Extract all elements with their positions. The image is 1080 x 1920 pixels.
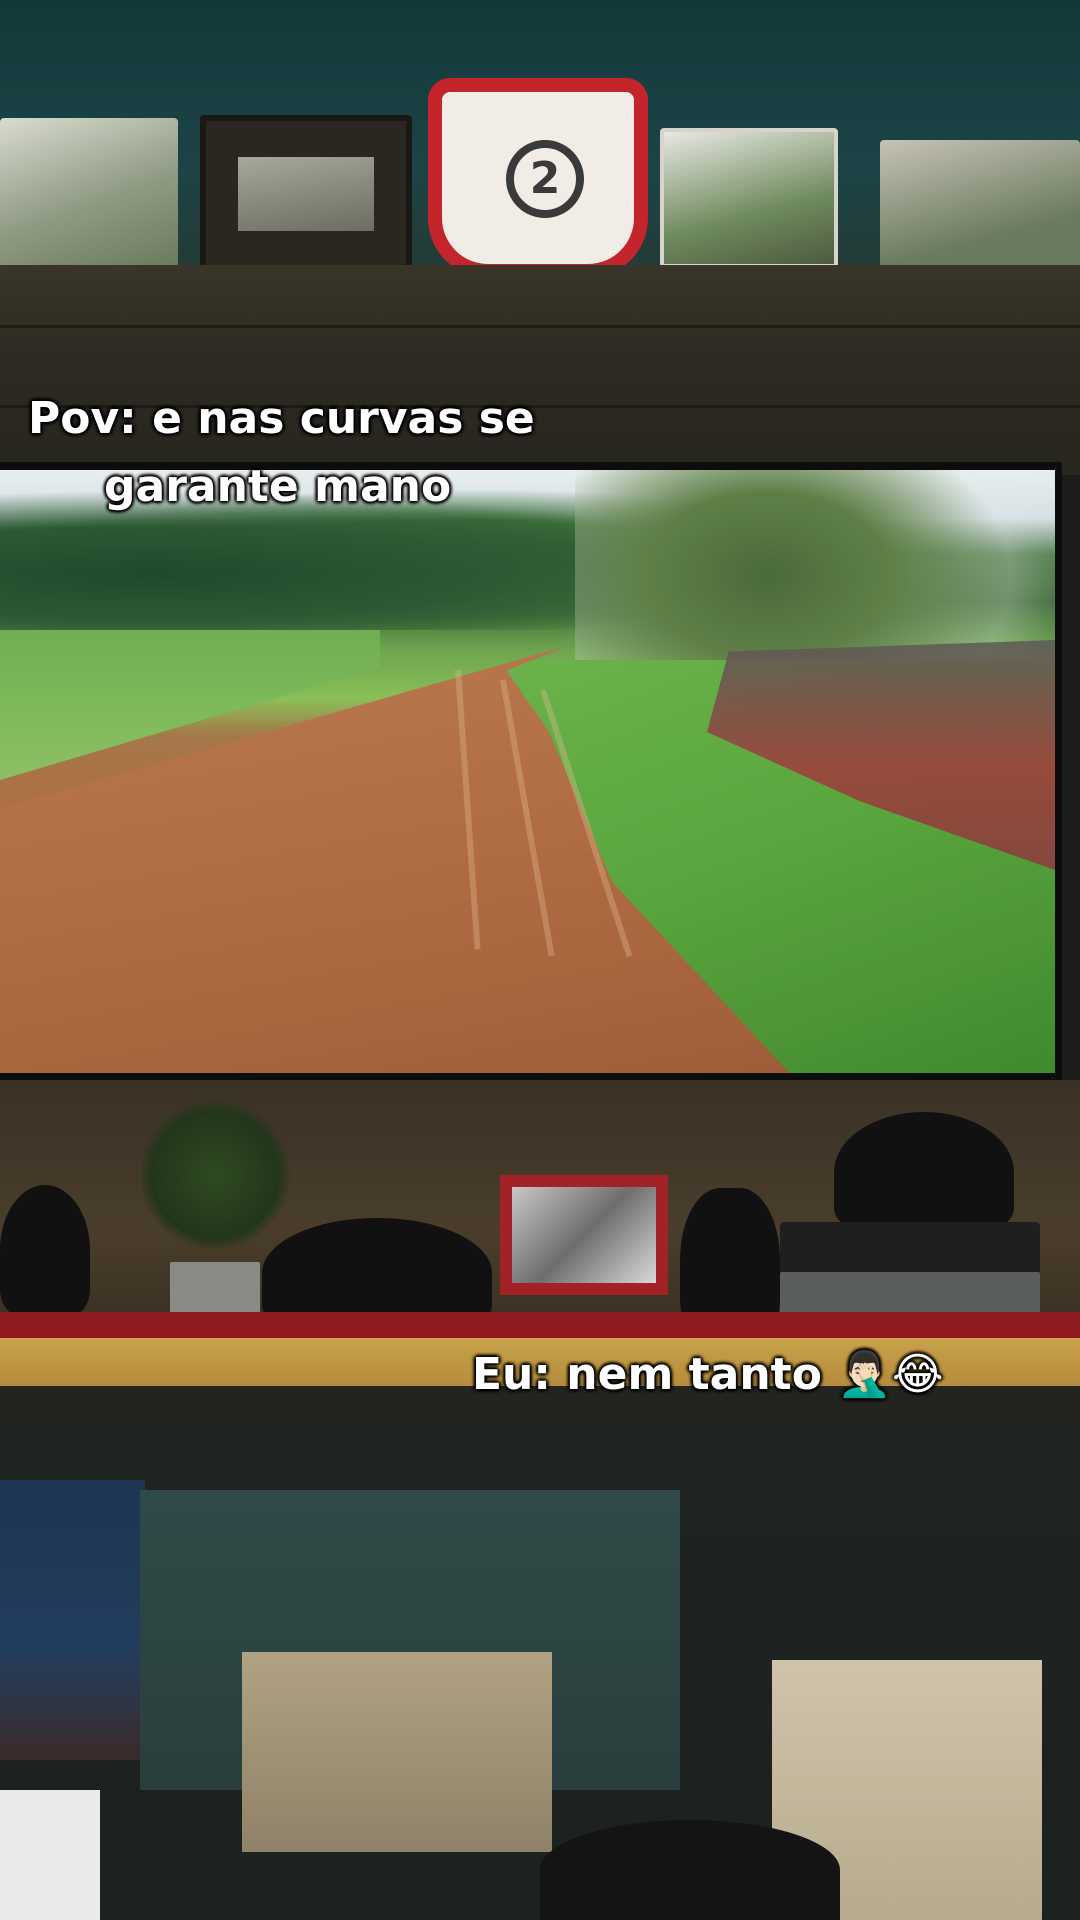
facepalm-laugh-emoji-icon: 🤦🏻‍♂️😂 [837, 1349, 944, 1400]
framed-photo-left [0, 118, 178, 268]
white-box [0, 1790, 100, 1920]
plaque-number: 2 [506, 140, 584, 218]
caption-bottom-text: Eu: nem tanto [472, 1349, 822, 1400]
tv-screen-motocross-track [0, 470, 1055, 1073]
cardboard-box-plants [242, 1652, 552, 1852]
cap-right [834, 1112, 1014, 1232]
camera [170, 1262, 260, 1317]
race-number-plaque: 2 [428, 78, 648, 278]
framed-photo-right [880, 140, 1080, 268]
photo-scene: 2 [0, 0, 1080, 1920]
caption-bottom: Eu: nem tanto 🤦🏻‍♂️😂 [472, 1348, 943, 1402]
dark-object-floor [540, 1820, 840, 1920]
red-framed-mirror [500, 1175, 668, 1295]
wall-poster [0, 1480, 145, 1760]
cap-left [0, 1185, 90, 1315]
potted-plant [140, 1100, 290, 1250]
caption-top-line2: garante mano [104, 461, 452, 512]
framed-photo-dark [200, 115, 412, 273]
framed-photo-trilheiro [660, 128, 838, 268]
caption-top-line1: Pov: e nas curvas se [28, 393, 535, 444]
